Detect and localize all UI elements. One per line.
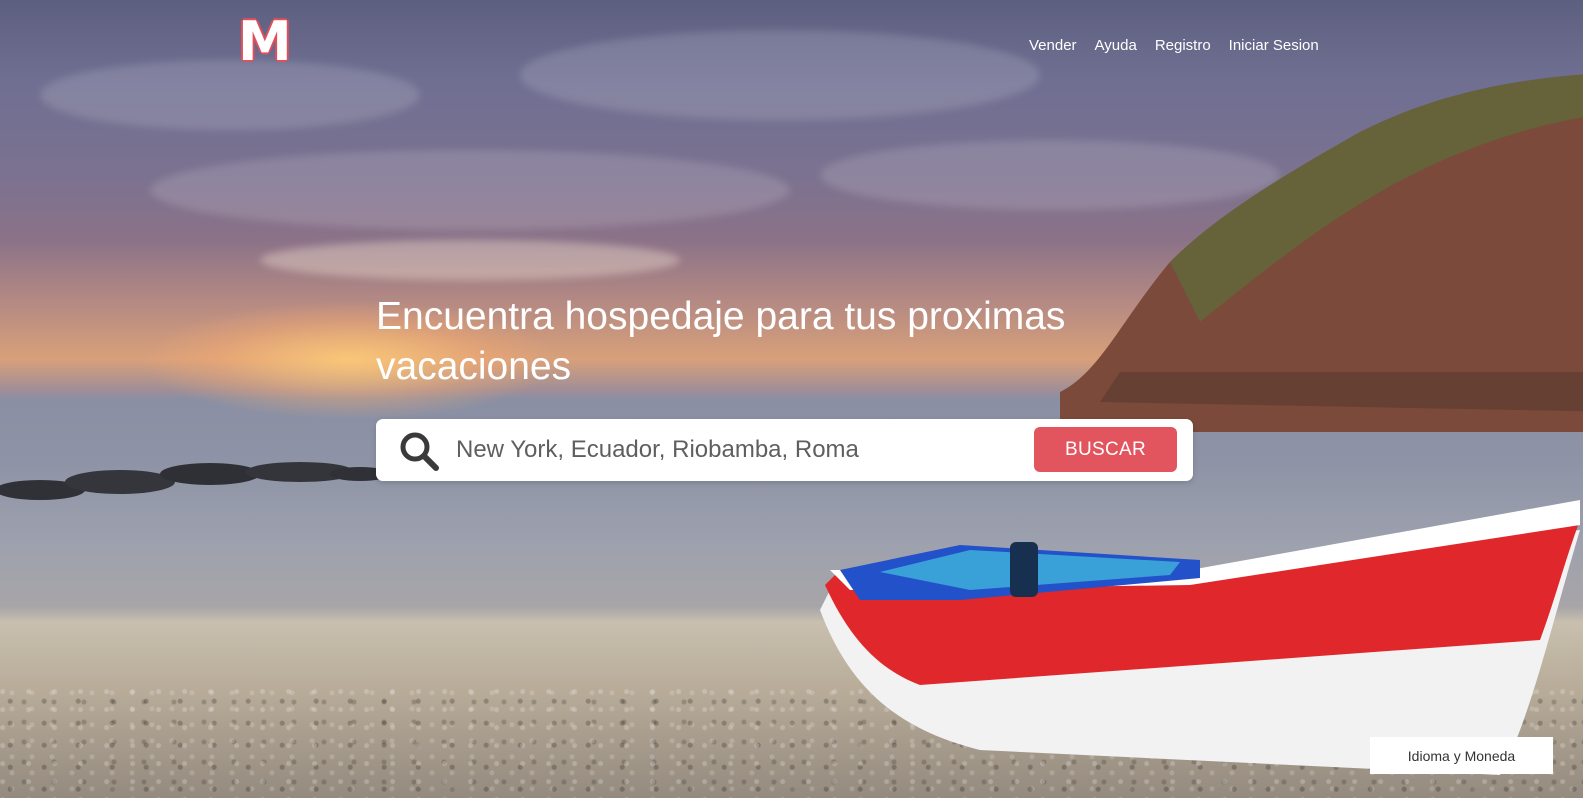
search-icon: [400, 432, 439, 471]
search-bar: BUSCAR: [376, 419, 1193, 481]
nav-registro[interactable]: Registro: [1146, 34, 1220, 57]
nav-vender[interactable]: Vender: [1020, 34, 1086, 57]
top-nav: Vender Ayuda Registro Iniciar Sesion: [1020, 34, 1328, 57]
site-logo[interactable]: M: [238, 14, 292, 70]
cloud: [150, 150, 790, 230]
search-input[interactable]: [454, 429, 1018, 471]
cloud: [40, 60, 420, 130]
cloud: [520, 30, 1040, 120]
search-button[interactable]: BUSCAR: [1034, 427, 1177, 472]
cloud: [260, 240, 680, 280]
nav-ayuda[interactable]: Ayuda: [1086, 34, 1146, 57]
hero-headline: Encuentra hospedaje para tus proximas va…: [376, 295, 1066, 388]
rocks-image: [0, 462, 390, 500]
cliff-image: [1060, 74, 1583, 432]
hero-banner: M Vender Ayuda Registro Iniciar Sesion E…: [0, 0, 1583, 798]
language-currency-button[interactable]: Idioma y Moneda: [1370, 737, 1553, 774]
nav-iniciar-sesion[interactable]: Iniciar Sesion: [1220, 34, 1328, 57]
